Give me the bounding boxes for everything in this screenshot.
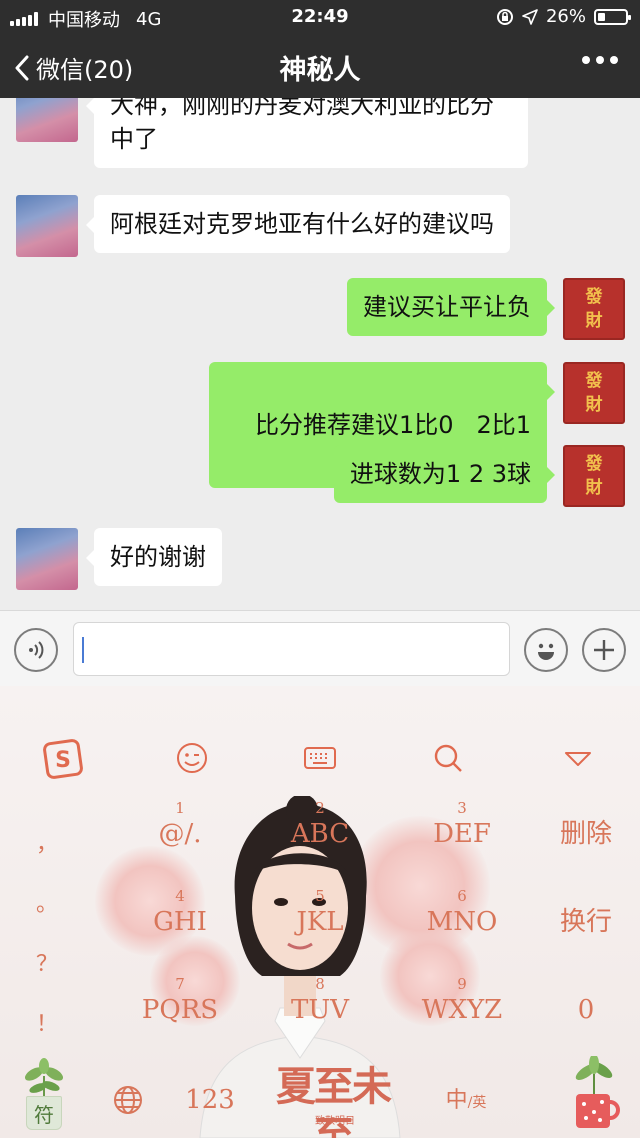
emoji-icon	[538, 643, 554, 660]
chat-area: 大神，刚刚的丹麦对澳大利亚的比分 中了 阿根廷对克罗地亚有什么好的建议吗 建议买…	[0, 98, 640, 610]
message-text: 中了	[110, 125, 158, 153]
key-label: /英	[467, 1095, 487, 1111]
key-label: 符	[34, 1102, 54, 1127]
search-icon[interactable]	[428, 738, 468, 778]
key-1[interactable]: 1 @/.	[130, 800, 230, 852]
key-number: 1	[175, 799, 185, 817]
key-number: 6	[457, 887, 467, 905]
key-label: 删除	[559, 819, 612, 849]
voice-button[interactable]	[14, 628, 58, 672]
lang-switch-key[interactable]: 中/英	[436, 1082, 496, 1114]
message-text: 比分推荐建议1比0 2比1	[255, 411, 531, 439]
key-number: 8	[315, 975, 325, 993]
message-text: 进球数为1 2 3球	[349, 460, 531, 488]
avatar-char: 發	[585, 454, 603, 474]
key-label: 中	[445, 1088, 468, 1113]
message-input[interactable]	[73, 622, 510, 676]
key-6[interactable]: 6 MNO	[412, 888, 512, 940]
emoji-button[interactable]	[524, 628, 568, 672]
symbol-key[interactable]: 符	[14, 1056, 74, 1134]
contact-avatar[interactable]	[16, 528, 78, 590]
key-label: JKL	[296, 907, 344, 937]
avatar-char: 發	[585, 287, 603, 307]
message-bubble[interactable]: 好的谢谢	[86, 528, 222, 586]
message-text: 阿根廷对克罗地亚有什么好的建议吗	[110, 210, 494, 238]
key-number: 9	[457, 975, 467, 993]
key-number: 5	[315, 887, 325, 905]
top-bar: 中国移动 4G 22:49 26% 微信(20) 神秘人	[0, 0, 640, 98]
key-number: 4	[175, 887, 185, 905]
battery-icon	[594, 8, 631, 25]
newline-key[interactable]: 换行	[540, 904, 632, 940]
message-text: 大神，刚刚的丹麦对澳大利亚的比分	[110, 98, 494, 119]
avatar-char: 發	[585, 371, 603, 391]
key-label: GHI	[153, 907, 207, 937]
input-bar	[0, 610, 640, 686]
self-avatar[interactable]: 發 財	[563, 278, 625, 340]
sogou-keyboard: S ， 。 ？ ！ 1 @/. 2 ABC 3 DEF 删除 4 GHI 5 J…	[0, 686, 640, 1138]
key-label: 换行	[559, 907, 612, 937]
key-label: 123	[185, 1085, 235, 1115]
plus-button[interactable]	[582, 628, 626, 672]
key-label: ABC	[290, 819, 350, 849]
message-bubble[interactable]: 进球数为1 2 3球	[333, 445, 556, 503]
key-3[interactable]: 3 DEF	[412, 800, 512, 852]
key-label: TUV	[290, 995, 350, 1025]
orientation-lock-icon	[496, 8, 513, 25]
key-7[interactable]: 7 PQRS	[128, 976, 232, 1028]
message-bubble[interactable]: 建议买让平让负	[347, 278, 555, 336]
key-5[interactable]: 5 JKL	[270, 888, 370, 940]
key-number: 2	[315, 799, 325, 817]
key-label: DEF	[433, 819, 491, 849]
avatar-char: 財	[585, 478, 603, 498]
key-number: 3	[457, 799, 467, 817]
status-bar: 中国移动 4G 22:49 26%	[0, 0, 640, 34]
mug-icon[interactable]	[564, 1054, 624, 1134]
chat-title: 神秘人	[279, 55, 361, 86]
key-2[interactable]: 2 ABC	[270, 800, 370, 852]
key-label: @/.	[158, 819, 202, 849]
key-label: MNO	[426, 907, 498, 937]
nav-bar: 微信(20) 神秘人	[0, 34, 640, 98]
contact-avatar[interactable]	[16, 98, 78, 142]
more-icon[interactable]	[582, 56, 618, 64]
key-0[interactable]: 0	[540, 992, 632, 1028]
key-label: PQRS	[141, 995, 219, 1025]
svg-text:S: S	[55, 748, 71, 773]
key-label: 0	[577, 995, 595, 1025]
punct-key[interactable]: ，	[32, 826, 62, 858]
key-8[interactable]: 8 TUV	[270, 976, 370, 1028]
plus-icon	[594, 640, 614, 660]
message-text: 好的谢谢	[110, 543, 206, 571]
key-9[interactable]: 9 WXYZ	[402, 976, 522, 1028]
self-avatar[interactable]: 發 財	[563, 362, 625, 424]
key-number: 7	[175, 975, 185, 993]
contact-avatar[interactable]	[16, 195, 78, 257]
self-avatar[interactable]: 發 財	[563, 445, 625, 507]
keyboard-emoji-icon[interactable]	[172, 738, 212, 778]
key-4[interactable]: 4 GHI	[130, 888, 230, 940]
punct-key[interactable]: 。	[32, 886, 62, 918]
globe-icon[interactable]	[108, 1080, 148, 1120]
sogou-logo-icon[interactable]: S	[42, 738, 84, 780]
text-caret	[82, 637, 84, 663]
punct-key[interactable]: ！	[32, 1006, 62, 1038]
message-bubble[interactable]: 大神，刚刚的丹麦对澳大利亚的比分 中了	[86, 98, 528, 168]
delete-key[interactable]: 删除	[540, 816, 632, 852]
voice-icon	[29, 641, 44, 659]
keyboard-brand-subtitle: 致敬明日	[315, 1116, 355, 1127]
avatar-char: 財	[585, 311, 603, 331]
punct-key[interactable]: ？	[32, 946, 62, 978]
message-text: 建议买让平让负	[363, 293, 531, 321]
keyboard-toggle-icon[interactable]	[300, 738, 340, 778]
num-switch-key[interactable]: 123	[170, 1082, 250, 1118]
key-label: WXYZ	[421, 995, 503, 1025]
battery-percent: 26%	[545, 6, 586, 27]
location-arrow-icon	[522, 8, 538, 25]
collapse-icon[interactable]	[558, 738, 598, 778]
avatar-char: 財	[585, 395, 603, 415]
message-bubble[interactable]: 阿根廷对克罗地亚有什么好的建议吗	[86, 195, 510, 253]
